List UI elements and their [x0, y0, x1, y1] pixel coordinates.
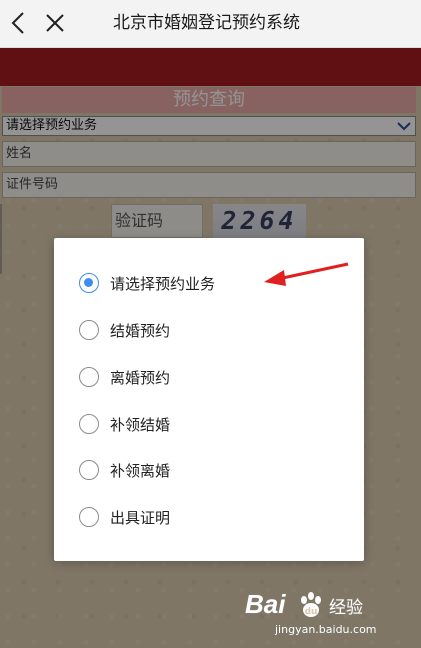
option-marriage[interactable]: 结婚预约	[54, 310, 364, 350]
page-title: 北京市婚姻登记预约系统	[113, 13, 300, 33]
option-reissue-divorce[interactable]: 补领离婚	[54, 450, 364, 490]
option-label: 补领离婚	[110, 461, 171, 480]
top-app-bar: 北京市婚姻登记预约系统	[0, 0, 421, 48]
watermark-brand: Bai	[245, 589, 286, 619]
radio-unchecked-icon	[79, 367, 99, 387]
radio-unchecked-icon	[79, 460, 99, 480]
option-certificate[interactable]: 出具证明	[54, 497, 364, 537]
paw-logo-icon: du	[301, 592, 321, 617]
option-reissue-marriage[interactable]: 补领结婚	[54, 404, 364, 444]
chevron-left-icon	[11, 12, 24, 34]
watermark-cn: 经验	[329, 598, 363, 618]
close-icon	[46, 14, 64, 32]
option-label: 结婚预约	[110, 321, 171, 340]
option-label: 请选择预约业务	[110, 274, 216, 293]
option-label: 补领结婚	[110, 415, 171, 434]
watermark-url: jingyan.baidu.com	[275, 623, 377, 636]
option-label: 出具证明	[110, 508, 171, 527]
option-divorce[interactable]: 离婚预约	[54, 357, 364, 397]
baidu-jingyan-watermark: Bai du 经验 jingyan.baidu.com	[245, 589, 395, 639]
radio-unchecked-icon	[79, 414, 99, 434]
svg-text:du: du	[305, 607, 318, 617]
radio-unchecked-icon	[79, 320, 99, 340]
option-label: 离婚预约	[110, 368, 171, 387]
back-button[interactable]	[4, 8, 34, 38]
close-button[interactable]	[40, 8, 70, 38]
radio-checked-icon	[79, 273, 99, 293]
radio-unchecked-icon	[79, 507, 99, 527]
red-arrow-icon	[264, 262, 349, 286]
